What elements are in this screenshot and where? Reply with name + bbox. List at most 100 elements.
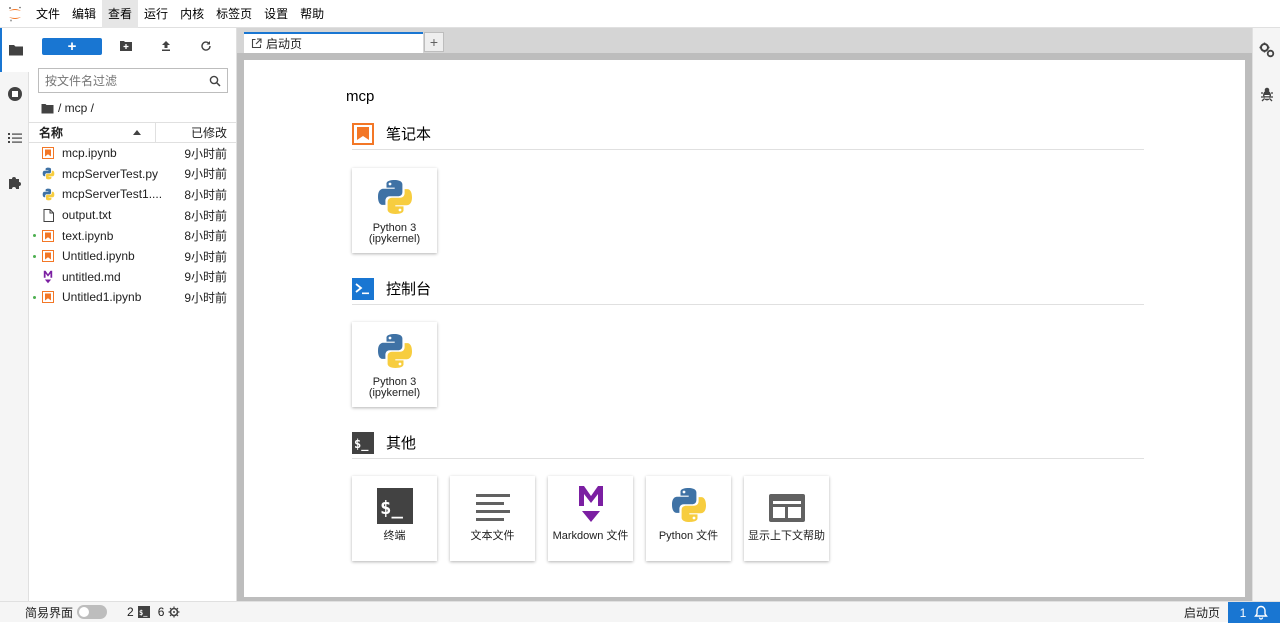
notebook-file-icon <box>40 289 56 305</box>
card-terminal[interactable]: $_ 终端 <box>352 476 437 561</box>
file-row[interactable]: Untitled1.ipynb 9小时前 <box>29 287 236 308</box>
debugger-tab[interactable] <box>1253 72 1280 116</box>
breadcrumb: / mcp / <box>41 100 94 116</box>
terminal-icon: $_ <box>376 476 413 528</box>
tab-launcher-label: 启动页 <box>266 37 303 51</box>
extensions-tab[interactable] <box>0 160 29 204</box>
file-name: mcpServerTest1.... <box>62 187 163 202</box>
file-browser-tab[interactable] <box>0 28 29 72</box>
menu-view[interactable]: 查看 <box>102 0 139 28</box>
console-icon <box>352 277 374 300</box>
card-notebook-python3-label: Python 3 (ipykernel) <box>368 222 421 245</box>
file-row[interactable]: mcp.ipynb 9小时前 <box>29 143 236 164</box>
refresh-button[interactable] <box>186 36 226 56</box>
file-list-header: 名称 已修改 <box>29 122 236 143</box>
context-help-icon <box>768 476 805 528</box>
file-browser-toolbar: + <box>29 28 236 64</box>
tab-launcher[interactable]: 启动页 <box>244 32 423 53</box>
python-file-icon <box>40 186 56 202</box>
file-modified: 9小时前 <box>184 270 227 285</box>
bug-icon <box>1261 87 1273 102</box>
left-sidebar-tabs <box>0 28 29 601</box>
terminal-count-value: 6 <box>157 605 165 619</box>
terminal-count[interactable]: 6 <box>158 605 181 619</box>
column-header-name-label: 名称 <box>39 126 64 140</box>
section-console-header: 控制台 <box>352 273 1144 305</box>
file-modified: 9小时前 <box>184 146 227 161</box>
running-tab[interactable] <box>0 72 29 116</box>
menu-bar: 文件 编辑 查看 运行 内核 标签页 设置 帮助 <box>0 0 1280 28</box>
launch-icon <box>251 38 262 49</box>
file-row[interactable]: output.txt 8小时前 <box>29 205 236 226</box>
svg-text:$_: $_ <box>139 609 148 617</box>
refresh-icon <box>201 41 211 51</box>
text-file-icon <box>475 476 510 528</box>
card-console-python3[interactable]: Python 3 (ipykernel) <box>352 322 437 407</box>
simple-mode-label: 简易界面 <box>25 605 74 620</box>
python-logo-icon <box>670 476 708 528</box>
file-row[interactable]: text.ipynb 8小时前 <box>29 225 236 246</box>
file-name: mcp.ipynb <box>62 146 117 161</box>
card-markdown-file[interactable]: Markdown 文件 <box>548 476 633 561</box>
menu-settings[interactable]: 设置 <box>258 0 294 28</box>
status-right: 启动页 1 <box>1184 602 1280 623</box>
kernel-count-value: 2 <box>127 605 134 619</box>
card-context-help-label: 显示上下文帮助 <box>748 530 825 542</box>
status-bar: 简易界面 2 $_ 6 启动页 1 <box>0 601 1280 623</box>
filter-box <box>38 68 228 93</box>
running-indicator <box>33 254 36 258</box>
menu-edit[interactable]: 编辑 <box>66 0 102 28</box>
add-tab-button[interactable]: + <box>424 32 444 52</box>
gear-icon <box>168 606 180 618</box>
jupyter-logo-icon <box>0 0 30 28</box>
folder-icon[interactable] <box>41 103 54 114</box>
menu-help[interactable]: 帮助 <box>294 0 330 28</box>
file-modified: 8小时前 <box>184 229 227 244</box>
notebook-file-icon <box>40 228 56 244</box>
svg-text:$_: $_ <box>380 497 403 519</box>
section-other-title: 其他 <box>386 435 417 452</box>
file-modified: 8小时前 <box>184 208 227 223</box>
column-header-modified[interactable]: 已修改 <box>156 124 236 141</box>
new-launcher-button[interactable]: + <box>42 37 102 55</box>
property-inspector-tab[interactable] <box>1253 28 1280 72</box>
column-header-name[interactable]: 名称 <box>29 123 156 142</box>
card-context-help[interactable]: 显示上下文帮助 <box>744 476 829 561</box>
card-text-file[interactable]: 文本文件 <box>450 476 535 561</box>
file-row[interactable]: Untitled.ipynb 9小时前 <box>29 246 236 267</box>
simple-mode-toggle[interactable] <box>77 605 108 619</box>
card-notebook-python3[interactable]: Python 3 (ipykernel) <box>352 168 437 253</box>
folder-icon <box>8 45 23 56</box>
file-row[interactable]: mcpServerTest1.... 8小时前 <box>29 184 236 205</box>
section-console-title: 控制台 <box>386 281 432 298</box>
launcher-panel: mcp 笔记本 Python 3 (ipykernel) 控制台 Python … <box>244 60 1245 597</box>
menu-run[interactable]: 运行 <box>138 0 174 28</box>
breadcrumb-path[interactable]: / mcp / <box>58 101 94 115</box>
card-python-file[interactable]: Python 文件 <box>646 476 731 561</box>
section-notebook-title: 笔记本 <box>386 126 432 143</box>
new-folder-button[interactable] <box>106 36 146 56</box>
file-name: text.ipynb <box>62 228 114 243</box>
file-modified: 9小时前 <box>184 167 227 182</box>
menu-file[interactable]: 文件 <box>30 0 66 28</box>
toc-tab[interactable] <box>0 116 29 160</box>
terminal-small-icon: $_ <box>137 606 150 618</box>
file-list: mcp.ipynb 9小时前 mcpServerTest.py 9小时前 mcpServ… <box>29 143 236 308</box>
file-name: output.txt <box>62 208 112 223</box>
card-console-python3-label: Python 3 (ipykernel) <box>368 376 421 399</box>
kernel-count[interactable]: 2 $_ <box>127 605 150 619</box>
file-row[interactable]: untitled.md 9小时前 <box>29 267 236 288</box>
gears-icon <box>1259 42 1275 58</box>
menu-tabs[interactable]: 标签页 <box>210 0 258 28</box>
upload-button[interactable] <box>146 36 186 56</box>
menu-kernel[interactable]: 内核 <box>174 0 210 28</box>
card-python-file-label: Python 文件 <box>658 530 719 542</box>
python-file-icon <box>40 166 56 182</box>
section-other-header: $_ 其他 <box>352 427 1144 459</box>
notebook-file-icon <box>40 145 56 161</box>
notification-count: 1 <box>1239 605 1247 620</box>
notifications-button[interactable]: 1 <box>1228 602 1280 623</box>
filter-input[interactable] <box>45 73 209 88</box>
file-row[interactable]: mcpServerTest.py 9小时前 <box>29 164 236 185</box>
svg-text:$_: $_ <box>354 437 369 452</box>
